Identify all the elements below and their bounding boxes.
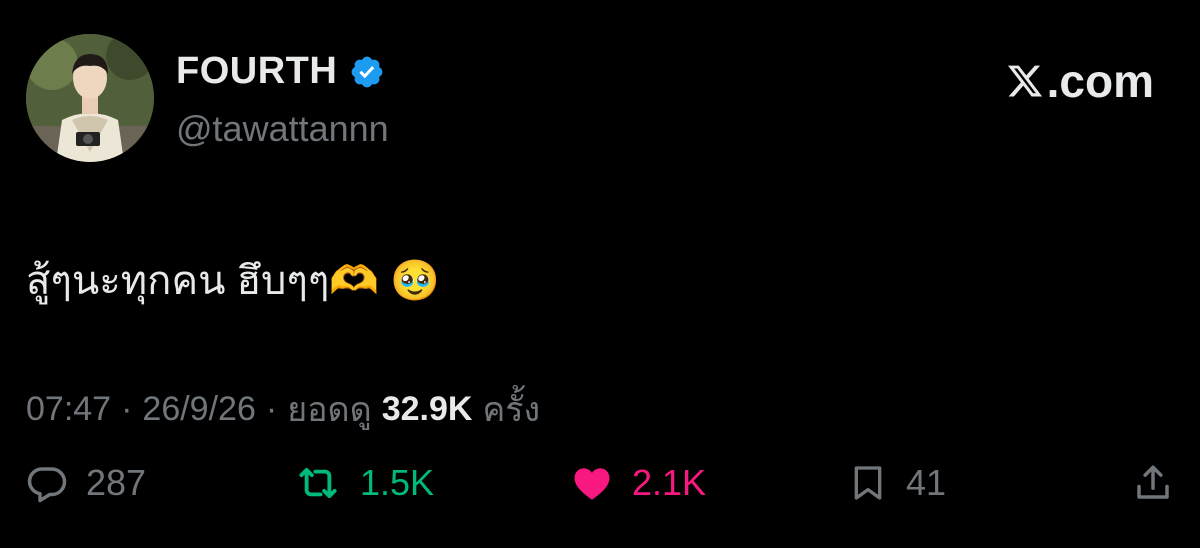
bookmark-count: 41	[906, 462, 947, 503]
bookmark-button[interactable]: 41	[848, 462, 946, 504]
avatar-photo	[26, 34, 154, 162]
share-icon	[1137, 465, 1169, 499]
share-button[interactable]	[1132, 462, 1174, 504]
x-logo-icon	[1007, 65, 1042, 97]
avatar[interactable]	[26, 34, 154, 162]
x-brand-label: .com	[1046, 55, 1154, 107]
reply-icon	[27, 467, 67, 503]
reply-count: 287	[86, 462, 147, 503]
tweet-text: สู้ๆนะทุกคน ฮึบๆๆ🫶 🥹	[26, 259, 441, 303]
x-brand-logo: .com	[1005, 54, 1154, 108]
tweet-date[interactable]: 26/9/26	[142, 390, 255, 429]
like-count: 2.1K	[632, 462, 707, 503]
meta-separator: ·	[265, 389, 278, 428]
tweet-meta: 07:47 · 26/9/26 · ยอดดู 32.9K ครั้ง	[26, 382, 540, 436]
author-handle[interactable]: @tawattannn	[176, 108, 389, 150]
author-name[interactable]: FOURTH	[176, 50, 337, 93]
heart-icon	[574, 468, 610, 500]
reply-button[interactable]: 287	[26, 462, 146, 504]
like-button[interactable]: 2.1K	[570, 462, 706, 504]
retweet-count: 1.5K	[360, 462, 435, 503]
verified-badge-icon	[351, 56, 383, 87]
tweet-time[interactable]: 07:47	[26, 390, 111, 429]
bookmark-icon	[854, 466, 882, 500]
retweet-icon	[299, 467, 337, 499]
views-prefix: ยอดดู	[287, 391, 372, 429]
action-bar: 287 1.5K 2.1K 41	[26, 462, 1174, 526]
views-suffix: ครั้ง	[482, 391, 541, 429]
views-count: 32.9K	[381, 389, 473, 428]
meta-separator: ·	[121, 389, 133, 428]
author-name-row: FOURTH	[176, 50, 385, 93]
retweet-button[interactable]: 1.5K	[294, 462, 434, 504]
